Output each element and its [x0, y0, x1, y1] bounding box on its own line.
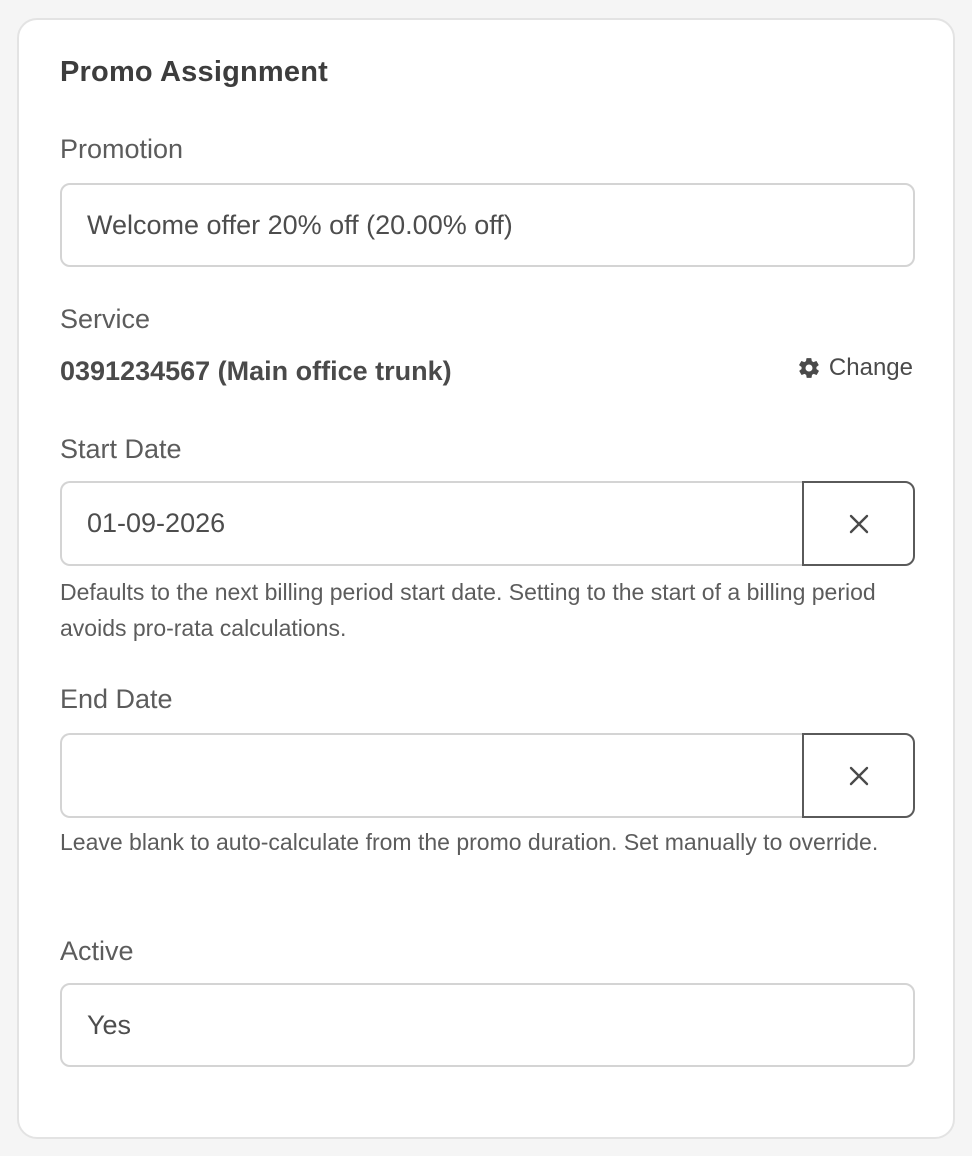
active-label: Active [60, 936, 134, 966]
start-date-input[interactable]: 01-09-2026 [60, 481, 804, 566]
promo-assignment-card: Promo Assignment Promotion Welcome offer… [17, 18, 955, 1139]
end-date-input[interactable] [60, 733, 804, 818]
close-icon [848, 765, 870, 787]
service-value: 0391234567 (Main office trunk) [60, 356, 452, 386]
promotion-label: Promotion [60, 134, 184, 164]
change-label: Change [828, 354, 913, 381]
promotion-value: Welcome offer 20% off (20.00% off) [87, 209, 513, 240]
active-value: Yes [87, 1009, 132, 1040]
service-label: Service [60, 304, 151, 334]
gear-icon [797, 356, 821, 380]
active-select[interactable]: Yes [60, 983, 915, 1067]
change-service-button[interactable]: Change [797, 354, 913, 382]
end-date-group [60, 733, 915, 818]
end-date-clear-button[interactable] [802, 733, 915, 818]
start-date-help: Defaults to the next billing period star… [60, 579, 876, 641]
start-date-value: 01-09-2026 [87, 508, 226, 538]
end-date-label: End Date [60, 684, 173, 714]
end-date-help: Leave blank to auto-calculate from the p… [60, 829, 879, 855]
card-title: Promo Assignment [60, 56, 328, 88]
start-date-label: Start Date [60, 434, 182, 464]
close-icon [848, 513, 870, 535]
start-date-clear-button[interactable] [802, 481, 915, 566]
start-date-group: 01-09-2026 [60, 481, 915, 566]
promotion-field[interactable]: Welcome offer 20% off (20.00% off) [60, 183, 915, 267]
